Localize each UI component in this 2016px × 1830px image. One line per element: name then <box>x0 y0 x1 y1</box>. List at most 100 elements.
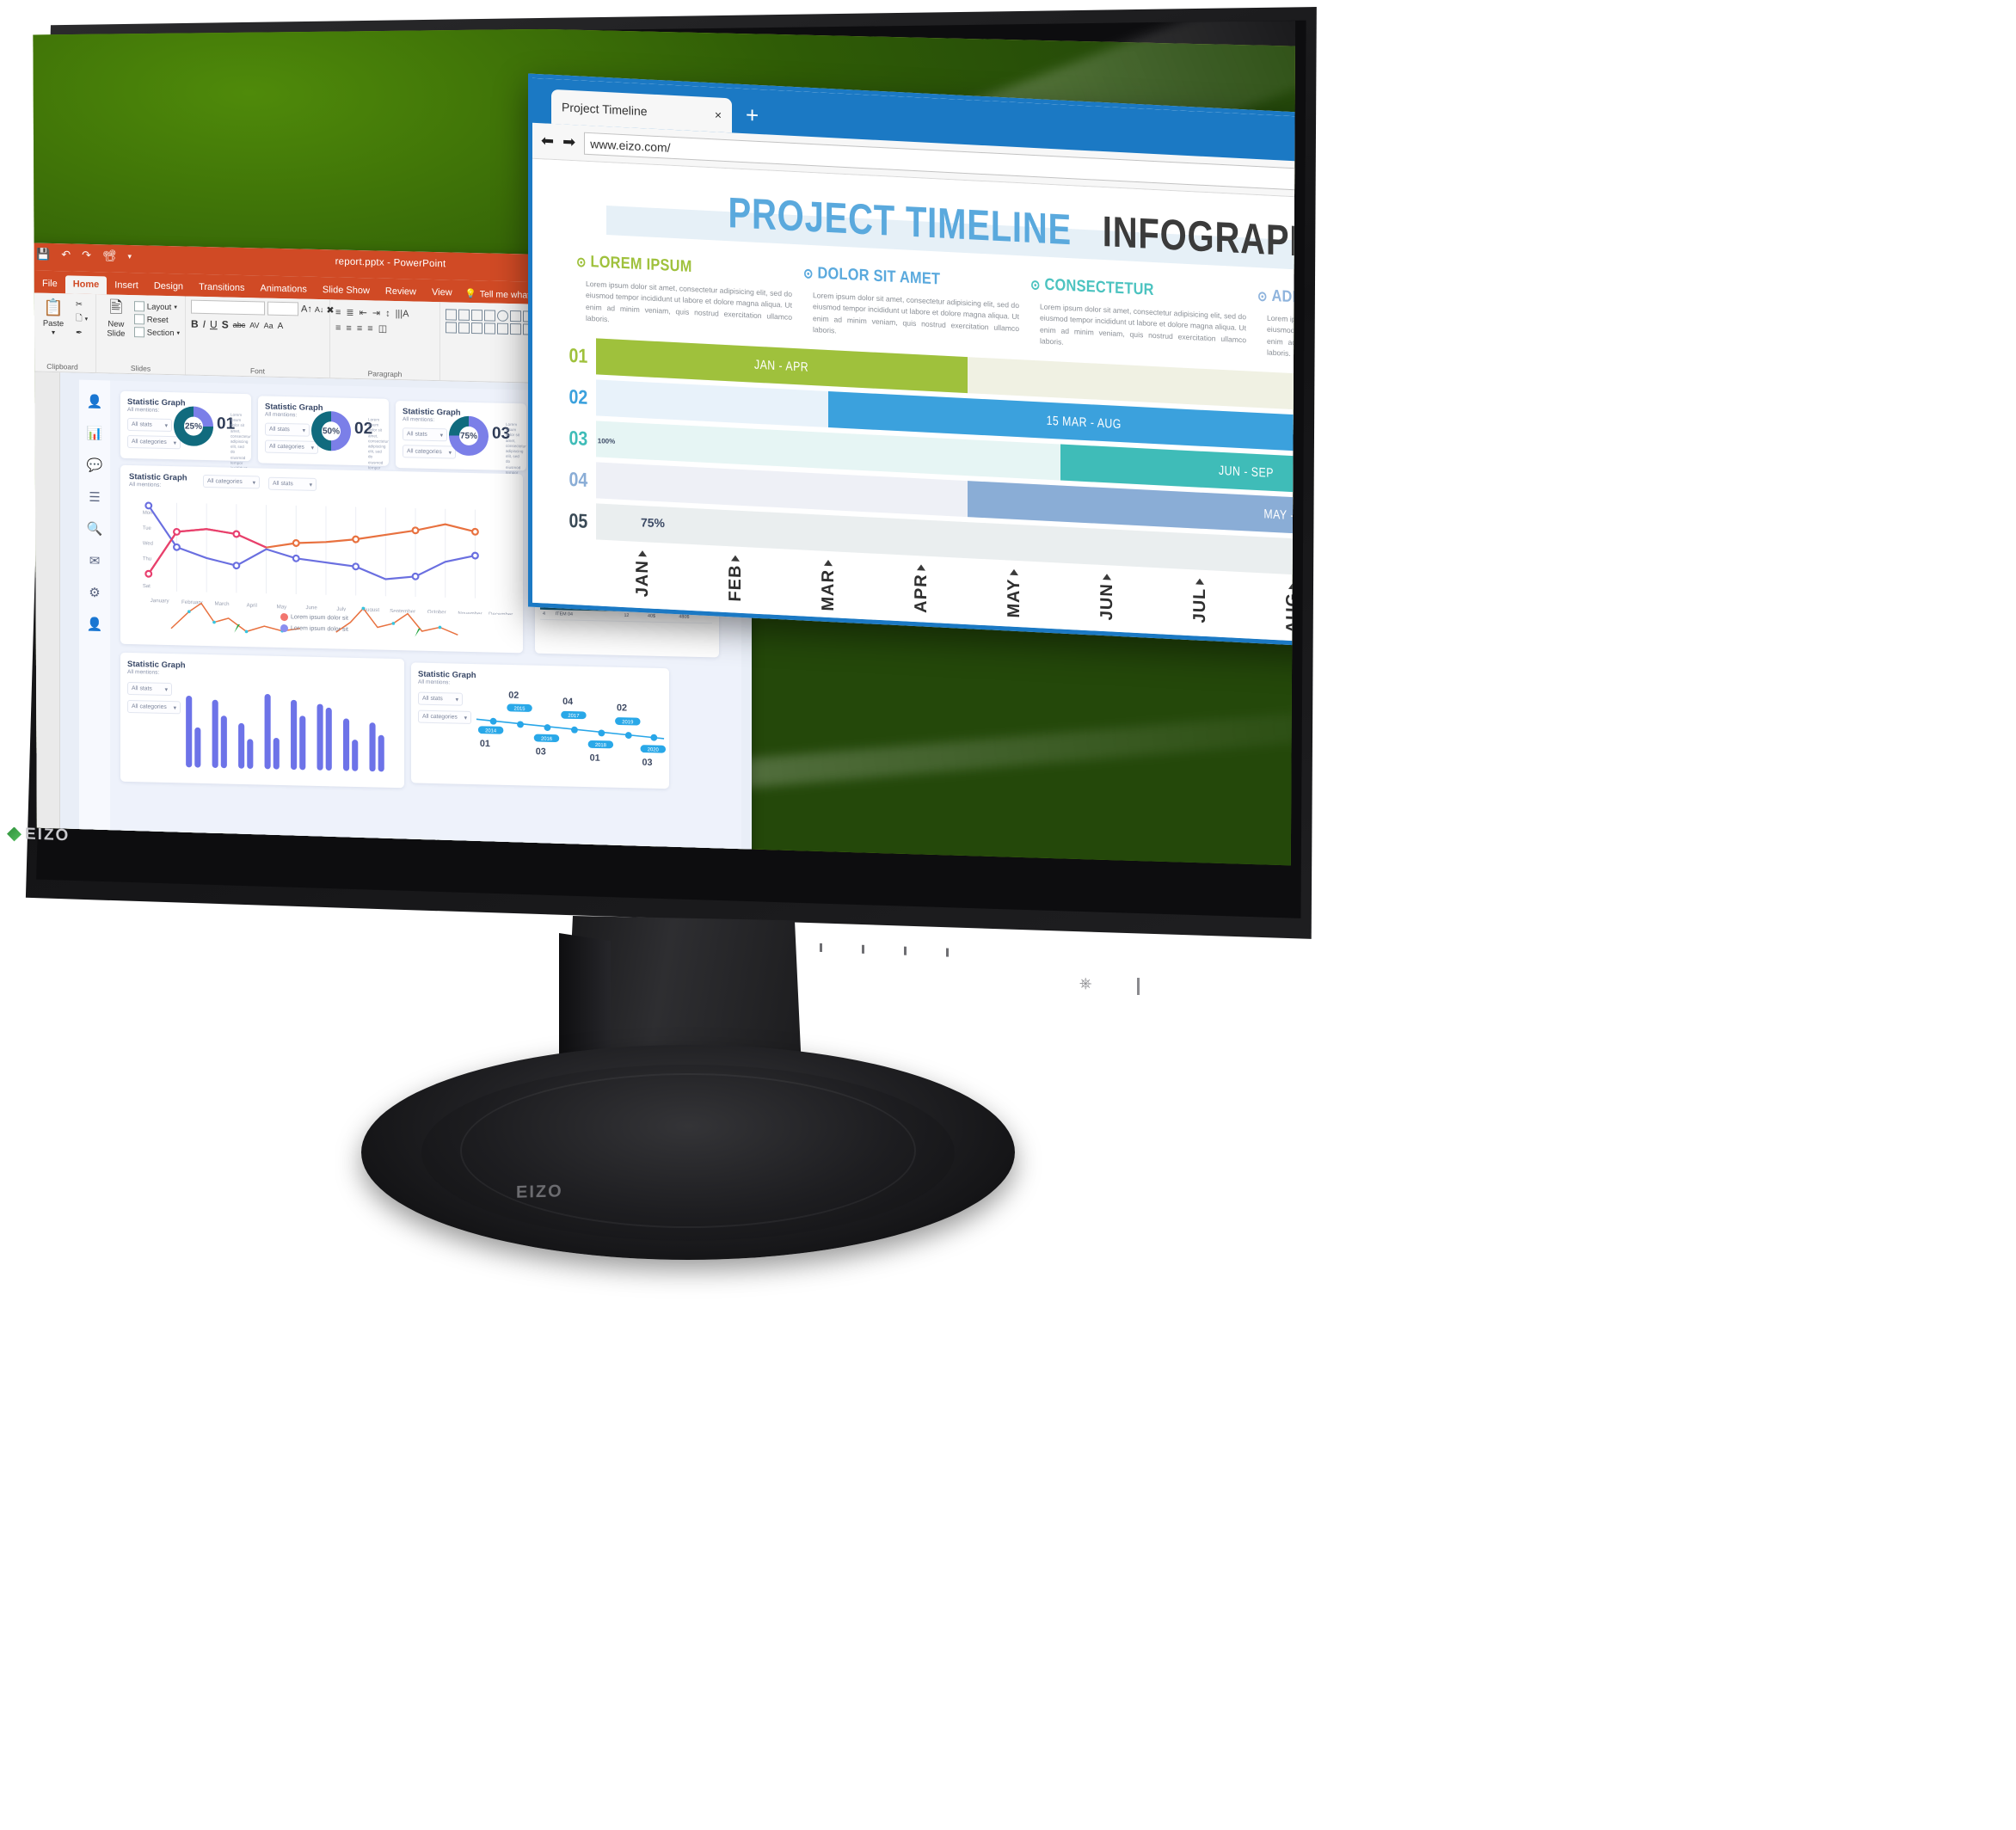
italic-button[interactable]: I <box>203 318 206 330</box>
shape-banner-icon[interactable] <box>497 322 508 335</box>
back-arrow-icon[interactable]: ⬅ <box>541 132 554 150</box>
comment-icon[interactable]: 💬 <box>87 458 103 473</box>
select-all-stats[interactable]: All stats▾ <box>268 476 317 491</box>
select-all-categories[interactable]: All categories▾ <box>265 439 318 454</box>
shape-roundrect-icon[interactable] <box>510 310 521 322</box>
decrease-indent-icon[interactable]: ⇤ <box>360 307 367 318</box>
forward-arrow-icon[interactable]: ➡ <box>562 132 575 151</box>
underline-button[interactable]: U <box>210 318 218 330</box>
font-color-button[interactable]: A <box>278 321 284 330</box>
profile-icon[interactable]: 👤 <box>87 617 103 632</box>
tab-file[interactable]: File <box>34 274 65 293</box>
year-timeline-card[interactable]: Statistic Graph All mentions: All stats ▾… <box>411 662 669 789</box>
close-tab-icon[interactable]: × <box>715 107 722 121</box>
strikethrough-button[interactable]: abc <box>233 321 246 329</box>
font-family-combo[interactable] <box>191 299 265 316</box>
osd-button[interactable] <box>904 946 907 955</box>
reset-button[interactable]: Reset <box>133 314 180 325</box>
tab-review[interactable]: Review <box>378 283 424 302</box>
osd-button[interactable] <box>862 944 864 954</box>
increase-indent-icon[interactable]: ⇥ <box>372 307 380 318</box>
browser-window[interactable]: Project Timeline × + — ▢ ✕ ⬅ ➡ <box>528 73 1296 668</box>
tab-transitions[interactable]: Transitions <box>191 279 252 298</box>
section-button[interactable]: Section ▾ <box>133 327 180 338</box>
numbering-icon[interactable]: ≣ <box>346 307 353 318</box>
svg-text:Tue: Tue <box>143 526 152 531</box>
mail-icon[interactable]: ✉ <box>89 553 101 568</box>
copy-button[interactable]: 🗋 ▾ <box>76 312 88 326</box>
search-icon[interactable]: 🔍 <box>87 521 103 537</box>
stat-card[interactable]: Statistic Graph All mentions: All stats▾… <box>396 400 526 501</box>
character-spacing-button[interactable]: AV <box>249 321 259 329</box>
change-case-button[interactable]: Aa <box>264 322 274 330</box>
osd-button[interactable] <box>946 948 949 957</box>
font-size-combo[interactable] <box>267 301 298 316</box>
gear-icon[interactable]: ⚙ <box>89 585 100 600</box>
osd-button[interactable] <box>820 943 822 952</box>
layout-button[interactable]: Layout ▾ <box>133 301 180 312</box>
select-all-stats[interactable]: All stats▾ <box>418 691 463 706</box>
shape-textbox-icon[interactable] <box>446 309 457 321</box>
stat-card[interactable]: Statistic Graph All mentions: All stats▾… <box>120 390 251 492</box>
shape-curve-icon[interactable] <box>446 322 457 334</box>
month-tick: APR <box>875 562 968 618</box>
decrease-font-icon[interactable]: A↓ <box>315 305 324 314</box>
cut-button[interactable]: ✂ <box>76 300 88 310</box>
select-all-categories[interactable]: All categories▾ <box>203 474 260 489</box>
justify-icon[interactable]: ≡ <box>367 323 372 334</box>
line-spacing-icon[interactable]: ↕ <box>385 308 390 318</box>
new-slide-button[interactable]: 🖹 New Slide <box>101 298 131 340</box>
select-all-stats[interactable]: All stats▾ <box>403 427 447 442</box>
align-center-icon[interactable]: ≡ <box>346 322 351 333</box>
bar-chart-card[interactable]: Statistic Graph All mentions: All stats ▾… <box>120 652 404 789</box>
tab-slide-show[interactable]: Slide Show <box>315 281 378 301</box>
shape-callout-icon[interactable] <box>510 322 521 335</box>
column-body: Lorem ipsum dolor sit amet, consectetur … <box>813 291 1019 335</box>
bold-button[interactable]: B <box>191 318 199 330</box>
shape-oval-icon[interactable] <box>497 310 508 322</box>
tab-view[interactable]: View <box>424 284 460 303</box>
svg-text:2018: 2018 <box>595 743 607 748</box>
paste-dropdown-icon[interactable]: ▾ <box>52 329 55 336</box>
shape-line-icon[interactable] <box>458 309 470 321</box>
user-icon[interactable]: 👤 <box>87 394 103 409</box>
shadow-button[interactable]: S <box>222 318 229 330</box>
shape-arrow-icon[interactable] <box>471 309 482 322</box>
select-all-stats[interactable]: All stats▾ <box>265 422 310 437</box>
new-tab-button[interactable]: + <box>746 101 759 129</box>
align-left-icon[interactable]: ≡ <box>335 322 341 333</box>
columns-icon[interactable]: ◫ <box>378 323 387 335</box>
layers-icon[interactable]: ☰ <box>89 489 100 505</box>
svg-text:2019: 2019 <box>622 720 633 725</box>
line-chart-legend: Lorem ipsum dolor sit Lorem ipsum dolor … <box>280 612 348 636</box>
tab-insert[interactable]: Insert <box>107 276 146 295</box>
line-chart-card[interactable]: Statistic Graph All mentions: All catego… <box>120 464 523 654</box>
paste-button[interactable]: 📋 Paste ▾ <box>34 296 72 336</box>
bullets-icon[interactable]: ≡ <box>335 307 341 317</box>
shape-connector-icon[interactable] <box>458 322 470 334</box>
select-all-categories[interactable]: All categories▾ <box>127 699 181 715</box>
text-direction-icon[interactable]: |||A <box>396 308 409 318</box>
stat-card[interactable]: Statistic Graph All mentions: All stats▾… <box>258 396 389 496</box>
select-all-categories[interactable]: All categories▾ <box>418 709 471 724</box>
shape-rect-icon[interactable] <box>484 310 495 322</box>
select-all-categories[interactable]: All categories▾ <box>127 434 181 450</box>
shape-star-icon[interactable] <box>484 322 495 335</box>
infographic-column: DOLOR SIT AMET Lorem ipsum dolor sit ame… <box>804 264 1019 347</box>
dashboard-icon-rail[interactable]: 👤 📊 💬 ☰ 🔍 ✉ ⚙ 👤 <box>79 379 110 860</box>
svg-text:Wed: Wed <box>143 541 153 546</box>
infographic-column: LOREM IPSUM Lorem ipsum dolor sit amet, … <box>577 252 792 335</box>
bar-chart-icon[interactable]: 📊 <box>87 426 103 441</box>
power-icon[interactable]: ⎈ <box>1079 974 1091 993</box>
align-right-icon[interactable]: ≡ <box>357 322 362 333</box>
tab-design[interactable]: Design <box>146 277 191 296</box>
tab-home[interactable]: Home <box>65 275 108 295</box>
column-heading: DOLOR SIT AMET <box>817 264 941 289</box>
select-all-stats[interactable]: All stats▾ <box>127 681 172 697</box>
tab-animations[interactable]: Animations <box>252 279 314 299</box>
select-all-categories[interactable]: All categories▾ <box>403 445 456 459</box>
shape-bracket-icon[interactable] <box>471 322 482 335</box>
format-painter-button[interactable]: ✒ <box>76 329 88 338</box>
increase-font-icon[interactable]: A↑ <box>301 304 312 315</box>
select-all-stats[interactable]: All stats▾ <box>127 417 172 433</box>
